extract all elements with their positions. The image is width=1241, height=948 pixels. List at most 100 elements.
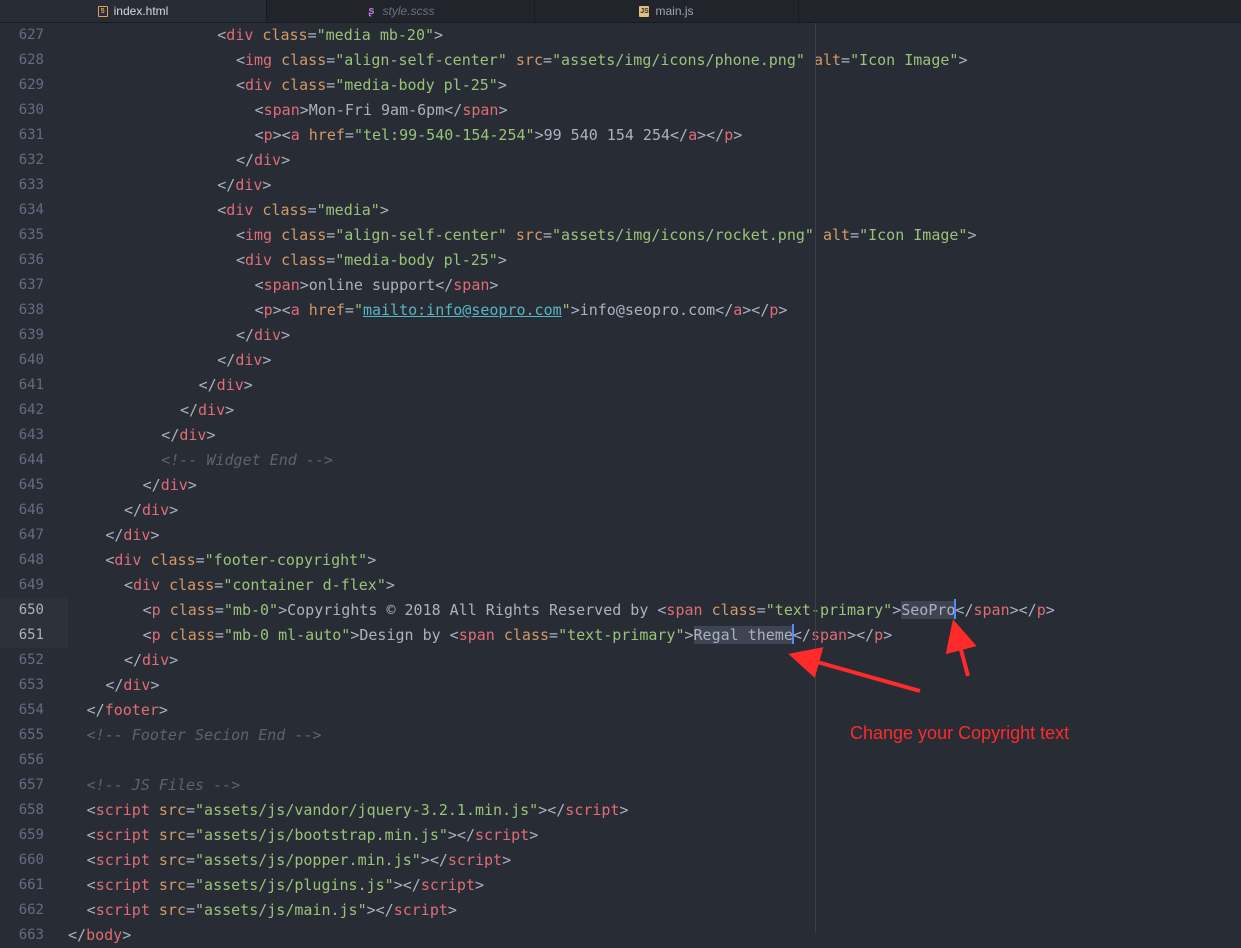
code-line[interactable]: 660 <script src="assets/js/popper.min.js"… — [0, 848, 1241, 873]
code-token: > — [447, 901, 457, 919]
code-token: div — [133, 576, 161, 594]
code-token: < — [86, 901, 96, 919]
code-line[interactable]: 637 <span>online support</span> — [0, 273, 1241, 298]
code-token: p — [724, 126, 734, 144]
code-line[interactable]: 631 <p><a href="tel:99-540-154-254">99 54… — [0, 123, 1241, 148]
code-line[interactable]: 649 <div class="container d-flex"> — [0, 573, 1241, 598]
code-token: ></ — [697, 126, 725, 144]
code-token: > — [281, 326, 291, 344]
code-line[interactable]: 648 <div class="footer-copyright"> — [0, 548, 1241, 573]
code-line[interactable]: 628 <img class="align-self-center" src="a… — [0, 48, 1241, 73]
code-token: div — [216, 376, 244, 394]
code-token: a — [290, 126, 300, 144]
line-number: 627 — [18, 27, 44, 43]
line-code: <div class="container d-flex"> — [124, 573, 395, 598]
code-line[interactable]: 636 <div class="media-body pl-25"> — [0, 248, 1241, 273]
code-line[interactable]: 642 </div> — [0, 398, 1241, 423]
code-token: = — [543, 51, 553, 69]
code-line[interactable]: 634 <div class="media"> — [0, 198, 1241, 223]
code-line[interactable]: 647 </div> — [0, 523, 1241, 548]
code-token: "mb-0 ml-auto" — [223, 626, 351, 644]
code-token: "assets/img/icons/rocket.png" — [552, 226, 814, 244]
code-token: span — [458, 626, 495, 644]
code-token: "container d-flex" — [223, 576, 386, 594]
code-line[interactable]: 641 </div> — [0, 373, 1241, 398]
line-number: 647 — [18, 527, 44, 543]
code-token: script — [95, 801, 150, 819]
line-number: 644 — [18, 452, 44, 468]
code-line[interactable]: 657 <!-- JS Files --> — [0, 773, 1241, 798]
tab-index-html[interactable]: 5 index.html — [0, 0, 267, 22]
code-token: > — [262, 176, 272, 194]
code-token: img — [244, 51, 273, 69]
code-line[interactable]: 639 </div> — [0, 323, 1241, 348]
code-token: > — [619, 801, 629, 819]
line-code: <img class="align-self-center" src="asse… — [236, 223, 977, 248]
code-line[interactable]: 658 <script src="assets/js/vandor/jquery-… — [0, 798, 1241, 823]
code-token: ></ — [1009, 601, 1037, 619]
code-line[interactable]: 633 </div> — [0, 173, 1241, 198]
sass-icon: ʂ — [368, 4, 375, 17]
code-token: >Copyrights © 2018 All Rights Reserved b… — [278, 601, 667, 619]
code-line[interactable]: 638 <p><a href="mailto:info@seopro.com">i… — [0, 298, 1241, 323]
code-line[interactable]: 656 — [0, 748, 1241, 773]
code-line[interactable]: 661 <script src="assets/js/plugins.js"></… — [0, 873, 1241, 898]
code-token: span — [810, 626, 848, 644]
code-token: div — [142, 651, 170, 669]
code-line[interactable]: 644 <!-- Widget End --> — [0, 448, 1241, 473]
code-line[interactable]: 630 <span>Mon-Fri 9am-6pm</span> — [0, 98, 1241, 123]
code-token: "align-self-center" — [335, 51, 507, 69]
code-token: > — [262, 351, 272, 369]
code-token: "assets/js/popper.min.js" — [195, 851, 421, 869]
code-token: p — [151, 626, 161, 644]
code-token: div — [254, 151, 282, 169]
code-line[interactable]: 659 <script src="assets/js/bootstrap.min.… — [0, 823, 1241, 848]
code-line[interactable]: 650 <p class="mb-0">Copyrights © 2018 All… — [0, 598, 1241, 623]
code-token: div — [244, 76, 273, 94]
code-token: = — [850, 226, 860, 244]
line-code: </div> — [217, 173, 271, 198]
code-token: </ — [235, 151, 254, 169]
code-token: class — [711, 601, 757, 619]
code-token: = — [549, 626, 559, 644]
code-line[interactable]: 646 </div> — [0, 498, 1241, 523]
code-token: > — [502, 851, 512, 869]
line-code: <div class="media mb-20"> — [217, 23, 443, 48]
code-token: = — [326, 226, 336, 244]
code-line[interactable]: 645 </div> — [0, 473, 1241, 498]
code-line[interactable]: 627 <div class="media mb-20"> — [0, 23, 1241, 48]
code-line[interactable]: 632 </div> — [0, 148, 1241, 173]
line-code: <!-- Footer Secion End --> — [87, 723, 322, 748]
line-code: <span>online support</span> — [255, 273, 499, 298]
code-token: a — [733, 301, 743, 319]
line-number: 642 — [18, 402, 44, 418]
code-token: <!-- JS Files --> — [86, 776, 241, 794]
code-line[interactable]: 651 <p class="mb-0 ml-auto">Design by <sp… — [0, 623, 1241, 648]
code-line[interactable]: 652 </div> — [0, 648, 1241, 673]
tab-style-scss[interactable]: ʂ style.scss — [267, 0, 535, 22]
code-line[interactable]: 635 <img class="align-self-center" src="a… — [0, 223, 1241, 248]
code-line[interactable]: 629 <div class="media-body pl-25"> — [0, 73, 1241, 98]
code-token: > — [385, 576, 395, 594]
code-line[interactable]: 663 </body> — [0, 923, 1241, 948]
tab-main-js[interactable]: JS main.js — [535, 0, 799, 22]
code-line[interactable]: 640 </div> — [0, 348, 1241, 373]
code-token: p — [1036, 601, 1046, 619]
line-code: </div> — [180, 398, 234, 423]
code-line[interactable]: 662 <script src="assets/js/main.js"></scr… — [0, 898, 1241, 923]
code-token: = — [543, 226, 553, 244]
code-editor[interactable]: 627 <div class="media mb-20"> 628 <img clas… — [0, 23, 1241, 944]
code-line[interactable]: 653 </div> — [0, 673, 1241, 698]
code-line[interactable]: 654 </footer> — [0, 698, 1241, 723]
line-number: 648 — [18, 552, 44, 568]
code-token: "assets/js/vandor/jquery-3.2.1.min.js" — [195, 801, 539, 819]
code-line[interactable]: 643 </div> — [0, 423, 1241, 448]
code-token: > — [158, 701, 168, 719]
code-token: src — [515, 51, 543, 69]
code-token: alt — [813, 51, 842, 69]
